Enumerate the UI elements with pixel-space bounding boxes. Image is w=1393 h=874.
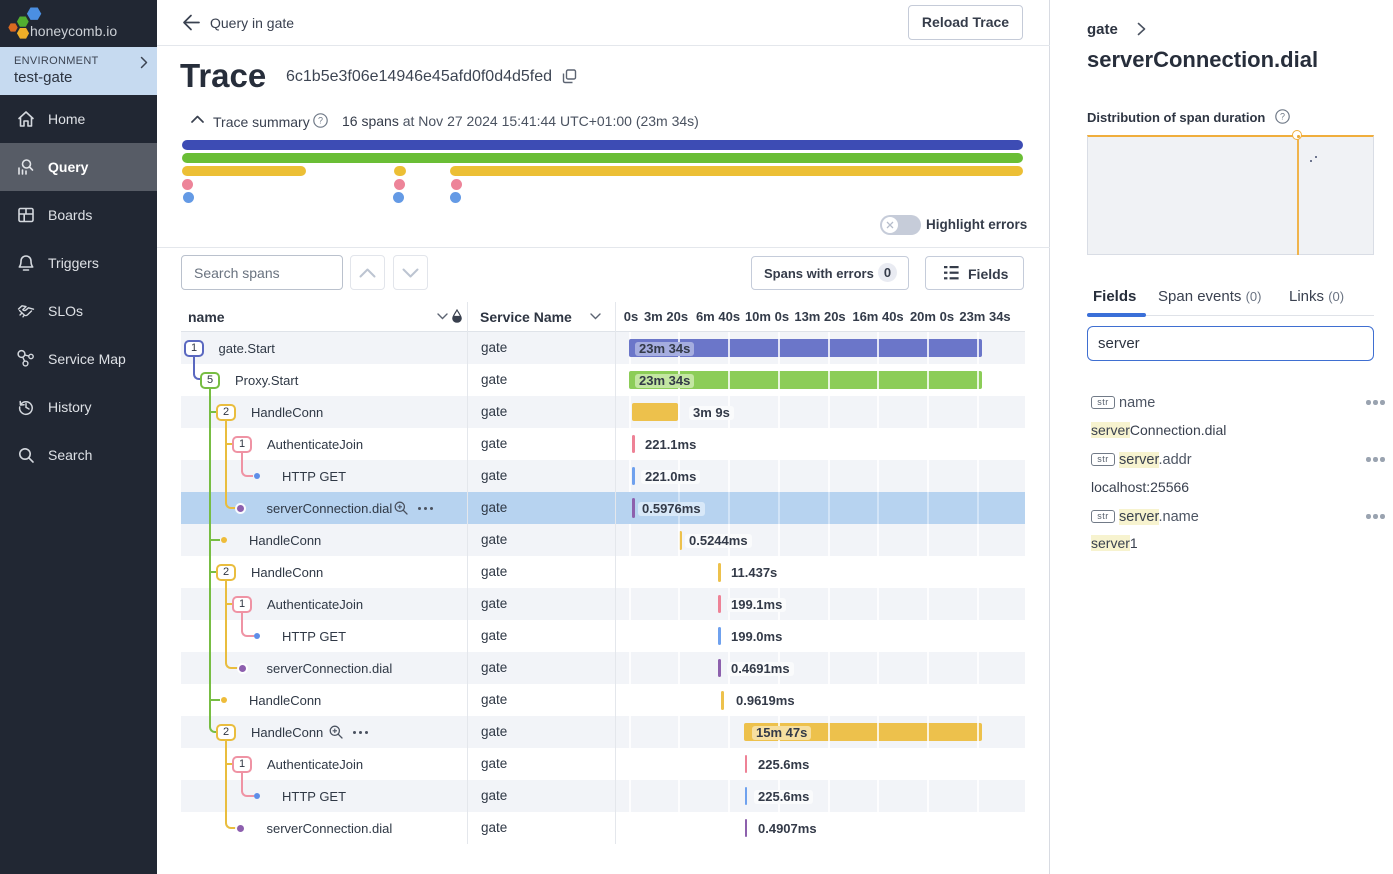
svg-text:?: ? bbox=[318, 116, 323, 126]
svg-text:?: ? bbox=[1280, 112, 1285, 122]
